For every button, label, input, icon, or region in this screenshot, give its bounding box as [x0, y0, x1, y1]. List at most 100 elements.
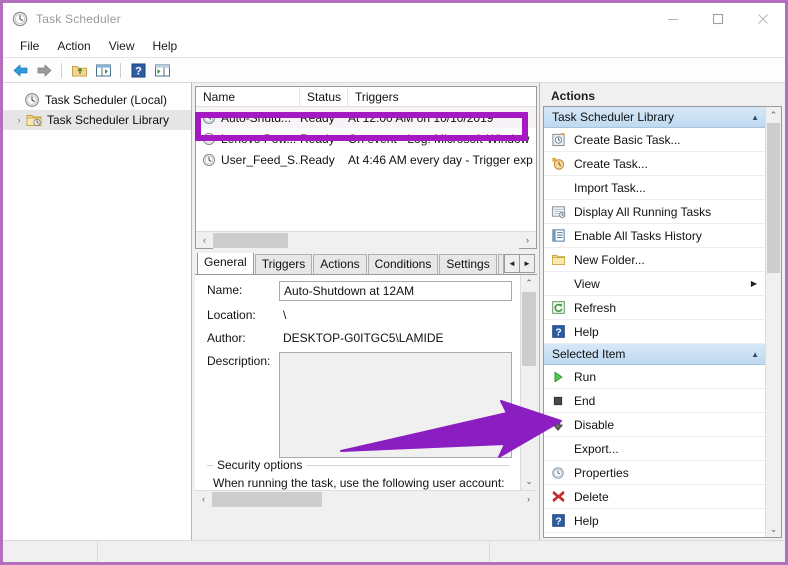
action-properties[interactable]: Properties	[544, 461, 765, 485]
toolbar-separator-2	[120, 62, 121, 78]
clock-icon	[24, 92, 40, 108]
scroll-up-icon[interactable]: ⌃	[521, 275, 537, 292]
action-enable-all-tasks-history[interactable]: Enable All Tasks History	[544, 224, 765, 248]
actions-vertical-scrollbar[interactable]: ⌃ ⌄	[765, 107, 781, 537]
menu-action[interactable]: Action	[48, 37, 99, 55]
scroll-right-icon[interactable]: ›	[519, 232, 536, 249]
scroll-thumb[interactable]	[522, 292, 536, 366]
clock-icon	[550, 465, 566, 481]
description-field[interactable]	[279, 352, 512, 458]
name-field[interactable]: Auto-Shutdown at 12AM	[279, 281, 512, 301]
submenu-arrow-icon[interactable]: ▶	[751, 279, 757, 288]
action-run[interactable]: Run	[544, 365, 765, 389]
tab-actions[interactable]: Actions	[313, 254, 367, 274]
scroll-thumb[interactable]	[212, 491, 322, 507]
chevron-right-icon[interactable]: ›	[12, 115, 26, 125]
create-basic-task-icon	[550, 132, 566, 148]
actions-list: Task Scheduler Library ▲ Create Basic Ta…	[544, 107, 765, 537]
action-label: Enable All Tasks History	[574, 228, 702, 243]
action-disable[interactable]: Disable	[544, 413, 765, 437]
running-tasks-icon	[550, 204, 566, 220]
scroll-track[interactable]	[766, 123, 781, 521]
actions-group-selected-item[interactable]: Selected Item ▲	[544, 344, 765, 365]
action-new-folder[interactable]: New Folder...	[544, 248, 765, 272]
action-label: End	[574, 393, 596, 408]
task-name-text: Auto-Shutd...	[221, 110, 292, 125]
action-label: Import Task...	[574, 180, 646, 195]
column-header-status[interactable]: Status	[300, 86, 348, 107]
tab-scroll-right-icon[interactable]: ►	[519, 254, 535, 273]
maximize-button[interactable]	[695, 3, 740, 34]
field-location-row: Location: \	[195, 306, 520, 324]
status-cell-1	[3, 540, 98, 562]
scroll-thumb[interactable]	[213, 232, 288, 248]
field-label-name: Name:	[207, 283, 243, 297]
tab-settings[interactable]: Settings	[439, 254, 497, 274]
task-list-horizontal-scrollbar[interactable]: ‹ ›	[196, 231, 536, 249]
table-row[interactable]: Lenovo Pow... Ready On event - Log: Micr…	[196, 128, 536, 149]
author-value: DESKTOP-G0ITGC5\LAMIDE	[283, 331, 444, 345]
action-export[interactable]: Export...	[544, 437, 765, 461]
field-name-row: Name: Auto-Shutdown at 12AM	[195, 281, 520, 301]
action-view[interactable]: View ▶	[544, 272, 765, 296]
menu-file[interactable]: File	[11, 37, 48, 55]
field-description-row: Description:	[195, 352, 520, 458]
action-create-task[interactable]: Create Task...	[544, 152, 765, 176]
column-header-triggers[interactable]: Triggers	[348, 87, 536, 107]
tree-item-task-scheduler-local[interactable]: Task Scheduler (Local)	[3, 90, 191, 110]
action-help[interactable]: ? Help	[544, 320, 765, 344]
scroll-track[interactable]	[521, 292, 537, 473]
task-status-cell: Ready	[300, 152, 335, 167]
scroll-track[interactable]	[213, 231, 519, 249]
menu-help[interactable]: Help	[144, 37, 187, 55]
action-label: Create Basic Task...	[574, 132, 681, 147]
action-label: Create Task...	[574, 156, 648, 171]
history-icon	[550, 228, 566, 244]
detail-horizontal-scrollbar[interactable]: ‹ ›	[195, 490, 537, 508]
action-end[interactable]: End	[544, 389, 765, 413]
forward-icon[interactable]	[33, 60, 55, 80]
action-refresh[interactable]: Refresh	[544, 296, 765, 320]
scroll-down-icon[interactable]: ⌄	[766, 521, 781, 537]
close-button[interactable]	[740, 3, 785, 34]
task-name-cell: Auto-Shutd...	[196, 111, 300, 125]
actions-group-task-scheduler-library[interactable]: Task Scheduler Library ▲	[544, 107, 765, 128]
tab-triggers[interactable]: Triggers	[254, 254, 313, 274]
table-row[interactable]: User_Feed_S... Ready At 4:46 AM every da…	[196, 149, 536, 170]
action-help-selected[interactable]: ? Help	[544, 509, 765, 533]
table-row[interactable]: Auto-Shutd... Ready At 12:00 AM on 10/10…	[196, 107, 536, 128]
tree-item-task-scheduler-library[interactable]: › Task Scheduler Library	[3, 110, 191, 130]
toolbar: ?	[3, 58, 785, 83]
tab-conditions[interactable]: Conditions	[367, 254, 439, 274]
tab-general[interactable]: General	[197, 253, 254, 274]
scroll-left-icon[interactable]: ‹	[195, 491, 212, 508]
task-name-cell: Lenovo Pow...	[196, 132, 300, 146]
scroll-left-icon[interactable]: ‹	[196, 232, 213, 249]
tab-scroll-left-icon[interactable]: ◄	[504, 254, 520, 273]
scroll-up-icon[interactable]: ⌃	[766, 107, 781, 123]
action-delete[interactable]: Delete	[544, 485, 765, 509]
scroll-thumb[interactable]	[767, 123, 780, 273]
menu-view[interactable]: View	[100, 37, 144, 55]
show-hide-action-pane-icon[interactable]	[151, 60, 173, 80]
folder-clock-icon	[26, 112, 42, 128]
help-icon[interactable]: ?	[127, 60, 149, 80]
chevron-up-icon[interactable]: ▲	[751, 350, 759, 359]
tree-item-label: Task Scheduler (Local)	[45, 93, 168, 107]
show-hide-tree-icon[interactable]	[92, 60, 114, 80]
chevron-up-icon[interactable]: ▲	[751, 113, 759, 122]
scroll-down-icon[interactable]: ⌄	[521, 473, 537, 490]
scroll-track[interactable]	[212, 490, 520, 508]
detail-vertical-scrollbar[interactable]: ⌃ ⌄	[520, 275, 537, 490]
actions-group-label: Selected Item	[552, 347, 626, 361]
back-icon[interactable]	[9, 60, 31, 80]
action-import-task[interactable]: Import Task...	[544, 176, 765, 200]
action-display-all-running-tasks[interactable]: Display All Running Tasks	[544, 200, 765, 224]
general-tab-fields: Name: Auto-Shutdown at 12AM Location: \ …	[195, 275, 520, 490]
up-folder-icon[interactable]	[68, 60, 90, 80]
minimize-button[interactable]	[650, 3, 695, 34]
action-create-basic-task[interactable]: Create Basic Task...	[544, 128, 765, 152]
column-header-name[interactable]: Name	[196, 86, 300, 107]
run-play-icon	[550, 369, 566, 385]
scroll-right-icon[interactable]: ›	[520, 491, 537, 508]
